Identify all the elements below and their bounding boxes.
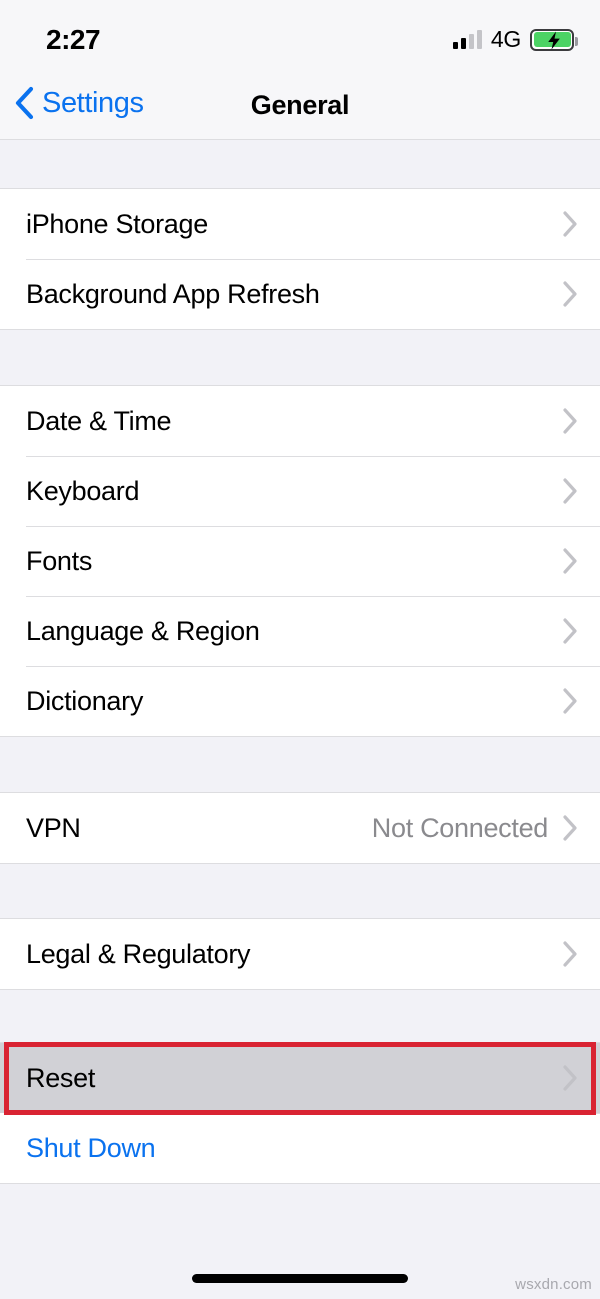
iphone-settings-screen: 2:27 4G Settings General iPhone Storage B… (0, 0, 600, 1299)
list-item-label: Dictionary (26, 685, 144, 716)
list-item[interactable]: Legal & Regulatory (0, 919, 600, 989)
storage-section: iPhone Storage Background App Refresh (0, 188, 600, 330)
chevron-right-icon (563, 688, 577, 714)
list-item[interactable]: Reset (0, 1043, 600, 1113)
list-item-label: VPN (26, 812, 81, 843)
status-bar-time: 2:27 (46, 24, 101, 55)
list-item[interactable]: Shut Down (0, 1113, 600, 1183)
status-bar-indicators: 4G (452, 26, 578, 53)
list-item-label: Language & Region (26, 615, 260, 646)
list-item[interactable]: Keyboard (0, 456, 600, 526)
list-item[interactable]: iPhone Storage (0, 189, 600, 259)
chevron-right-icon (563, 941, 577, 967)
chevron-right-icon (563, 618, 577, 644)
chevron-right-icon (563, 211, 577, 237)
watermark: wsxdn.com (515, 1276, 592, 1293)
list-item-label: Shut Down (26, 1132, 156, 1163)
chevron-right-icon (563, 281, 577, 307)
list-item-label: Date & Time (26, 405, 172, 436)
chevron-right-icon (563, 815, 577, 841)
list-item[interactable]: Fonts (0, 526, 600, 596)
reset-section: Reset Shut Down (0, 1042, 600, 1184)
lightning-bolt-icon (548, 31, 560, 49)
list-item-label: iPhone Storage (26, 208, 208, 239)
page-title: General (250, 90, 350, 120)
list-item[interactable]: Background App Refresh (0, 259, 600, 329)
list-item[interactable]: VPN Not Connected (0, 793, 600, 863)
chevron-right-icon (563, 548, 577, 574)
list-item-label: Fonts (26, 545, 93, 576)
chevron-right-icon (563, 408, 577, 434)
navigation-bar: Settings General (0, 78, 600, 140)
legal-section: Legal & Regulatory (0, 918, 600, 990)
chevron-right-icon (563, 478, 577, 504)
list-item[interactable]: Dictionary (0, 666, 600, 736)
list-item-label: Reset (26, 1062, 96, 1093)
cellular-signal-icon (452, 30, 482, 49)
battery-charging-icon (530, 28, 578, 51)
list-item-value: Not Connected (371, 812, 549, 843)
list-item-label: Keyboard (26, 475, 140, 506)
network-type-label: 4G (490, 26, 521, 52)
list-item-label: Legal & Regulatory (26, 938, 251, 969)
list-item-label: Background App Refresh (26, 278, 320, 309)
status-bar: 2:27 4G (0, 0, 600, 78)
list-item[interactable]: Language & Region (0, 596, 600, 666)
list-item[interactable]: Date & Time (0, 386, 600, 456)
localization-section: Date & Time Keyboard Fonts Language & Regio… (0, 385, 600, 737)
home-indicator[interactable] (192, 1274, 408, 1283)
vpn-section: VPN Not Connected (0, 792, 600, 864)
chevron-right-icon (563, 1065, 577, 1091)
